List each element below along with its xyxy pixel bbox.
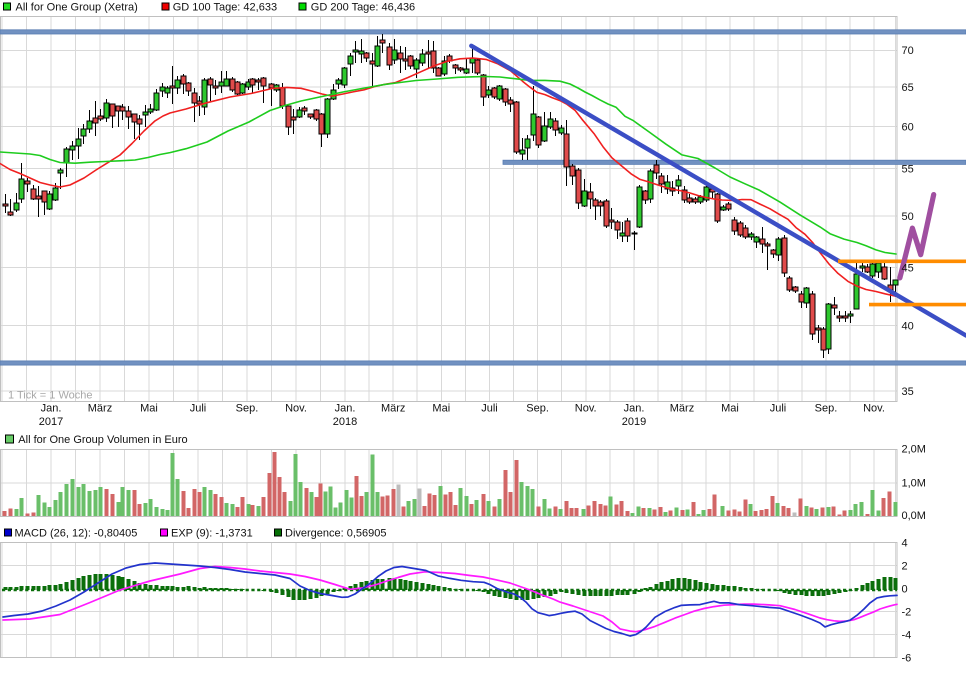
svg-text:Sep.: Sep.: [815, 403, 838, 415]
svg-text:0,0M: 0,0M: [902, 510, 926, 522]
svg-text:Nov.: Nov.: [575, 403, 597, 415]
svg-text:Juli: Juli: [190, 403, 207, 415]
svg-text:Jan.: Jan.: [624, 403, 645, 415]
svg-text:GD 200 Tage: 46,436: GD 200 Tage: 46,436: [311, 2, 415, 14]
svg-text:2018: 2018: [333, 416, 357, 428]
svg-text:Nov.: Nov.: [863, 403, 885, 415]
svg-text:März: März: [670, 403, 694, 415]
svg-text:EXP (9): -1,3731: EXP (9): -1,3731: [171, 528, 253, 540]
svg-text:50: 50: [902, 211, 914, 223]
svg-text:März: März: [88, 403, 112, 415]
svg-text:Jan.: Jan.: [335, 403, 356, 415]
svg-text:40: 40: [902, 320, 914, 332]
svg-text:2: 2: [902, 560, 908, 572]
svg-text:Mai: Mai: [140, 403, 158, 415]
svg-text:Juli: Juli: [770, 403, 787, 415]
svg-text:Mai: Mai: [721, 403, 739, 415]
svg-text:1 Tick = 1 Woche: 1 Tick = 1 Woche: [8, 389, 92, 401]
svg-text:Jan.: Jan.: [41, 403, 62, 415]
svg-text:45: 45: [902, 262, 914, 274]
svg-text:55: 55: [902, 163, 914, 175]
svg-text:60: 60: [902, 121, 914, 133]
svg-text:-2: -2: [902, 606, 912, 618]
svg-text:Sep.: Sep.: [526, 403, 549, 415]
svg-text:-6: -6: [902, 652, 912, 664]
svg-text:-4: -4: [902, 629, 912, 641]
svg-text:4: 4: [902, 537, 908, 549]
svg-text:2017: 2017: [39, 416, 63, 428]
svg-text:2019: 2019: [622, 416, 646, 428]
svg-text:GD 100 Tage: 42,633: GD 100 Tage: 42,633: [173, 2, 277, 14]
svg-text:All for One Group Volumen in E: All for One Group Volumen in Euro: [18, 434, 187, 446]
svg-text:Divergence: 0,56905: Divergence: 0,56905: [285, 528, 387, 540]
svg-text:2,0M: 2,0M: [902, 444, 926, 456]
svg-text:Mai: Mai: [432, 403, 450, 415]
svg-text:All for One Group (Xetra): All for One Group (Xetra): [16, 2, 138, 14]
svg-text:Sep.: Sep.: [236, 403, 259, 415]
svg-text:35: 35: [902, 386, 914, 398]
svg-text:März: März: [381, 403, 405, 415]
svg-text:0: 0: [902, 583, 908, 595]
svg-text:1,0M: 1,0M: [902, 477, 926, 489]
svg-text:70: 70: [902, 45, 914, 57]
svg-text:Nov.: Nov.: [285, 403, 307, 415]
svg-text:Juli: Juli: [481, 403, 498, 415]
svg-text:65: 65: [902, 82, 914, 94]
svg-text:MACD (26, 12): -0,80405: MACD (26, 12): -0,80405: [15, 528, 138, 540]
